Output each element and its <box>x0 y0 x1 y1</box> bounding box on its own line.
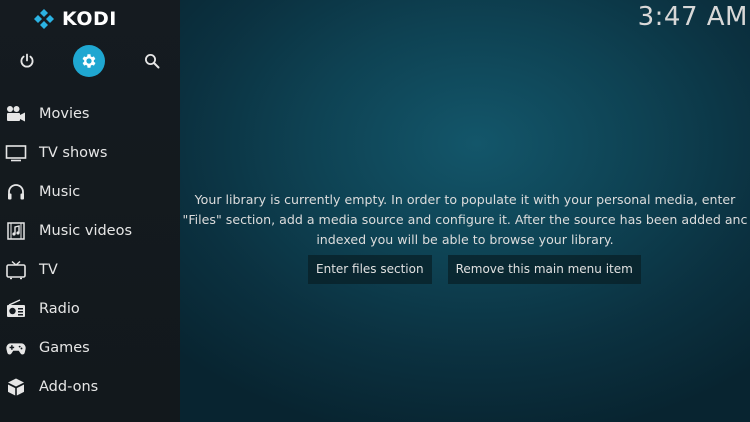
search-icon <box>145 54 160 69</box>
sidebar-item-label: Movies <box>39 106 90 122</box>
clock: 3:47 AM <box>637 2 748 32</box>
sidebar-item-tv-shows[interactable]: TV shows <box>0 134 180 173</box>
sidebar-item-music[interactable]: Music <box>0 173 180 212</box>
sidebar-item-label: Games <box>39 340 90 356</box>
enter-files-section-button[interactable]: Enter files section <box>308 255 432 284</box>
sidebar-item-add-ons[interactable]: Add-ons <box>0 368 180 407</box>
headphones-icon <box>5 182 27 202</box>
search-button[interactable] <box>136 45 168 77</box>
gamepad-icon <box>5 338 27 358</box>
app-name: KODI <box>62 8 117 30</box>
empty-library-actions: Enter files section Remove this main men… <box>308 255 641 284</box>
main-content: 3:47 AM Your library is currently empty.… <box>180 0 750 422</box>
empty-library-line: "Files" section, add a media source and … <box>182 212 748 227</box>
sidebar-item-label: Add-ons <box>39 379 99 395</box>
movie-camera-icon <box>5 104 27 124</box>
sidebar-item-games[interactable]: Games <box>0 329 180 368</box>
power-icon <box>20 53 34 68</box>
radio-icon <box>5 299 27 319</box>
kodi-logo: KODI <box>33 8 117 30</box>
sidebar-item-label: TV shows <box>39 145 108 161</box>
sidebar-item-tv[interactable]: TV <box>0 251 180 290</box>
settings-button[interactable] <box>73 45 105 77</box>
sidebar: KODI Movies TV shows Music Music videos … <box>0 0 180 422</box>
sidebar-item-label: Music videos <box>39 223 133 239</box>
sidebar-item-music-videos[interactable]: Music videos <box>0 212 180 251</box>
gear-icon <box>82 54 96 68</box>
sidebar-item-radio[interactable]: Radio <box>0 290 180 329</box>
empty-library-message: Your library is currently empty. In orde… <box>180 190 750 250</box>
kodi-logo-icon <box>34 9 54 29</box>
music-video-icon <box>5 221 27 241</box>
monitor-icon <box>5 143 27 163</box>
remove-menu-item-button[interactable]: Remove this main menu item <box>447 255 641 284</box>
empty-library-line: indexed you will be able to browse your … <box>316 232 614 247</box>
empty-library-line: Your library is currently empty. In orde… <box>194 192 736 207</box>
sidebar-item-label: TV <box>39 262 58 278</box>
sidebar-item-movies[interactable]: Movies <box>0 95 180 134</box>
power-button[interactable] <box>11 45 43 77</box>
kodi-home-screen: KODI Movies TV shows Music Music videos … <box>0 0 750 422</box>
sidebar-item-label: Radio <box>39 301 80 317</box>
sidebar-item-label: Music <box>39 184 81 200</box>
main-menu: Movies TV shows Music Music videos TV Ra… <box>0 95 180 407</box>
tv-icon <box>5 260 27 280</box>
addons-box-icon <box>5 377 27 397</box>
